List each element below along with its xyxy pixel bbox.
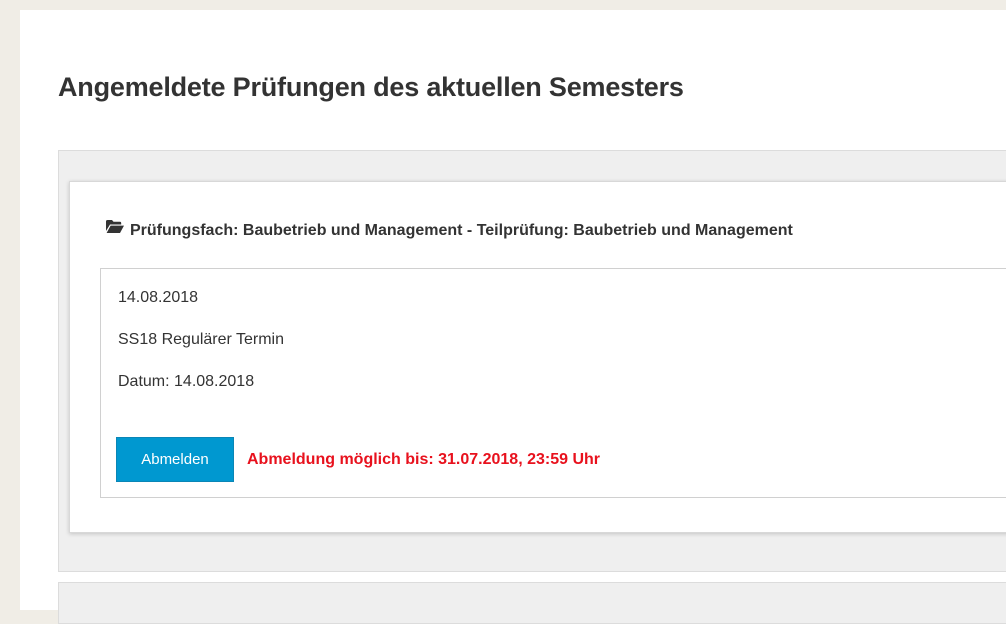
- exam-list-panel: Prüfungsfach: Baubetrieb und Management …: [58, 150, 1006, 572]
- exam-heading-text: Prüfungsfach: Baubetrieb und Management …: [130, 222, 793, 240]
- page-title: Angemeldete Prüfungen des aktuellen Seme…: [58, 72, 684, 102]
- exam-term: SS18 Regulärer Termin: [118, 331, 285, 348]
- exam-heading: Prüfungsfach: Baubetrieb und Management …: [106, 220, 793, 240]
- exam-date: 14.08.2018: [118, 289, 199, 306]
- exam-card: Prüfungsfach: Baubetrieb und Management …: [69, 181, 1006, 533]
- main-content: Angemeldete Prüfungen des aktuellen Seme…: [20, 10, 1006, 624]
- next-exam-panel: [58, 582, 1006, 624]
- exam-detail-box: 14.08.2018 SS18 Regulärer Termin Datum: …: [100, 268, 1006, 498]
- deregistration-deadline: Abmeldung möglich bis: 31.07.2018, 23:59…: [247, 451, 600, 468]
- abmelden-button[interactable]: Abmelden: [116, 437, 234, 482]
- folder-open-icon: [106, 220, 124, 238]
- exam-datum: Datum: 14.08.2018: [118, 373, 255, 390]
